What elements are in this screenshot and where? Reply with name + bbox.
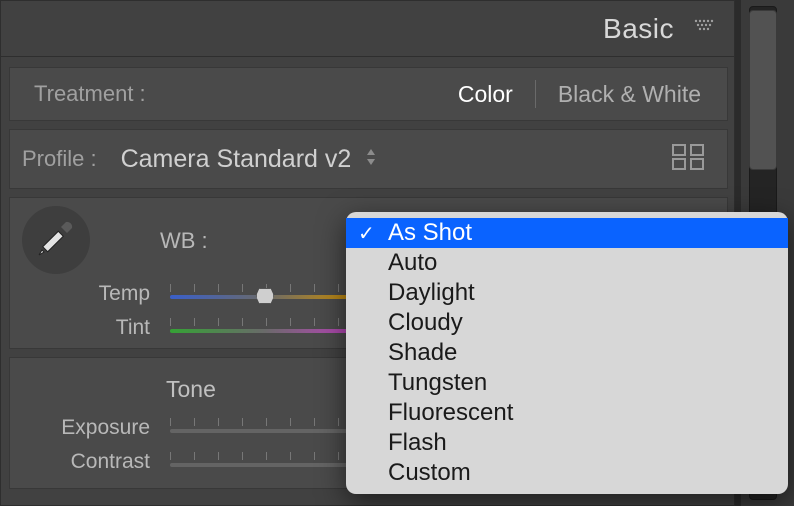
panel-header[interactable]: Basic — [1, 1, 736, 57]
white-balance-picker[interactable] — [22, 206, 90, 274]
profile-section: Profile : Camera Standard v2 — [9, 129, 728, 189]
treatment-bw[interactable]: Black & White — [558, 81, 701, 108]
exposure-label: Exposure — [20, 416, 170, 440]
contrast-slider-row: Contrast — [20, 450, 170, 474]
tone-label: Tone — [166, 376, 216, 403]
panel-title: Basic — [603, 13, 674, 45]
profile-label: Profile : — [22, 146, 97, 172]
dropdown-item-fluorescent[interactable]: Fluorescent — [346, 398, 788, 428]
dropdown-item-custom[interactable]: Custom — [346, 458, 788, 488]
temp-slider-row: Temp — [20, 282, 170, 306]
disclosure-icon[interactable] — [694, 19, 714, 38]
scroll-thumb[interactable] — [749, 10, 777, 170]
temp-label: Temp — [20, 282, 170, 306]
dropdown-item-as-shot[interactable]: ✓ As Shot — [346, 218, 788, 248]
dropdown-item-flash[interactable]: Flash — [346, 428, 788, 458]
treatment-color[interactable]: Color — [458, 81, 513, 108]
dropdown-item-auto[interactable]: Auto — [346, 248, 788, 278]
contrast-label: Contrast — [20, 450, 170, 474]
divider — [535, 80, 536, 108]
profile-browser-icon[interactable] — [671, 143, 705, 176]
treatment-section: Treatment : Color Black & White — [9, 67, 728, 121]
profile-stepper-icon[interactable] — [365, 147, 377, 172]
profile-value[interactable]: Camera Standard v2 — [121, 145, 352, 174]
eyedropper-icon — [34, 216, 78, 265]
temp-knob[interactable] — [256, 288, 274, 304]
dropdown-item-shade[interactable]: Shade — [346, 338, 788, 368]
wb-preset-dropdown[interactable]: ✓ As Shot Auto Daylight Cloudy Shade Tun… — [346, 212, 788, 494]
tint-slider-row: Tint — [20, 316, 170, 340]
wb-label: WB : — [160, 228, 208, 254]
dropdown-item-tungsten[interactable]: Tungsten — [346, 368, 788, 398]
check-icon: ✓ — [358, 221, 382, 246]
exposure-slider-row: Exposure — [20, 416, 170, 440]
dropdown-item-daylight[interactable]: Daylight — [346, 278, 788, 308]
treatment-label: Treatment : — [34, 81, 146, 107]
dropdown-item-cloudy[interactable]: Cloudy — [346, 308, 788, 338]
tint-label: Tint — [20, 316, 170, 340]
